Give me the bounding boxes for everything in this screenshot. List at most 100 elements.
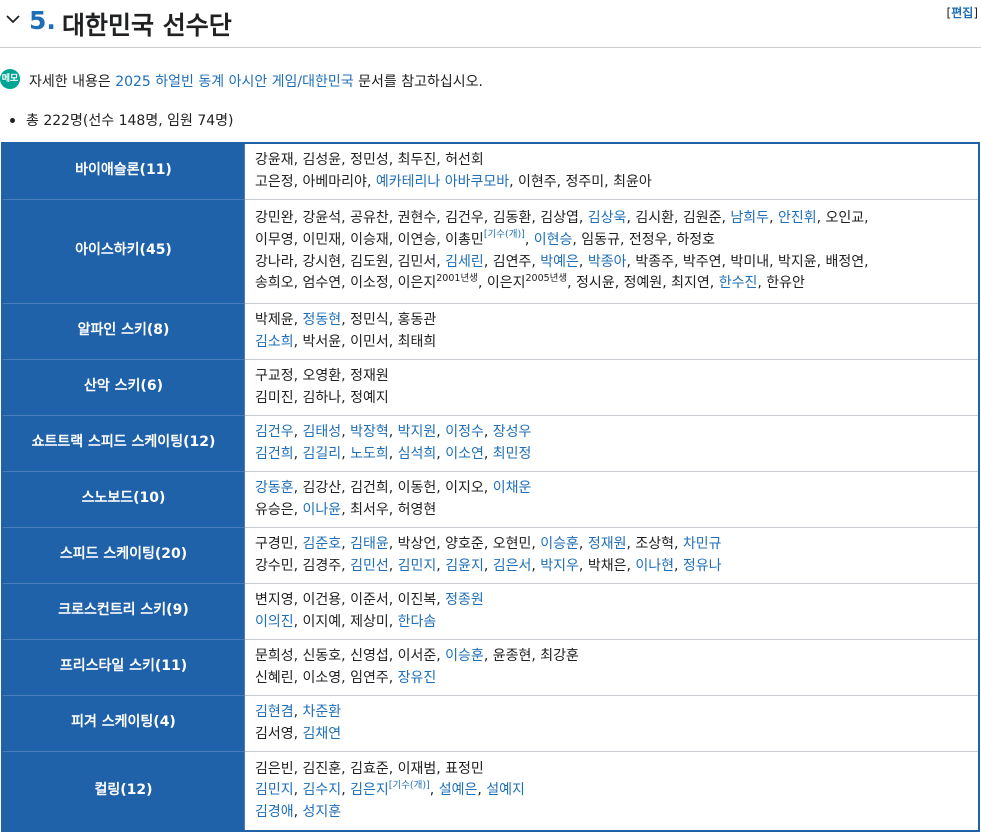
athlete-link[interactable]: 최민정: [493, 446, 532, 462]
athlete-link[interactable]: 이나현: [635, 558, 674, 574]
athlete-link[interactable]: 이채운: [493, 480, 532, 496]
notice-prefix: 자세한 내용은: [29, 74, 116, 90]
athlete-text: 이무영, 이민재, 이승재, 이연승, 이총민: [255, 231, 484, 248]
athlete-link[interactable]: 한다솜: [398, 614, 437, 630]
athlete-link[interactable]: 장유진: [398, 670, 437, 686]
athlete-link[interactable]: 강동훈: [255, 480, 294, 496]
category-cell: 쇼트트랙 스피드 스케이팅(12): [1, 414, 245, 472]
athlete-link[interactable]: 한수진: [719, 275, 758, 291]
athlete-text: 김은빈, 김진훈, 김효준, 이재범, 표정민: [255, 760, 484, 777]
athlete-link[interactable]: 예카테리나 아바쿠모바: [376, 174, 509, 190]
edit-label[interactable]: 편집: [951, 6, 973, 20]
summary-text: 총 222명(선수 148명, 임원 74명): [26, 113, 234, 129]
athlete-link[interactable]: 김길리: [303, 446, 342, 462]
athlete-link[interactable]: 정재원: [588, 536, 627, 552]
athlete-link[interactable]: 김세린: [445, 254, 484, 270]
athlete-text: 신혜린, 이소영, 임연주,: [255, 669, 398, 686]
athlete-text: ,: [531, 557, 541, 574]
athlete-line: 강수민, 김경주, 김민선, 김민지, 김윤지, 김은서, 박지우, 박채은, …: [255, 556, 968, 578]
athlete-link[interactable]: 김은지: [350, 782, 389, 798]
athletes-cell: 강동훈, 김강산, 김건희, 이동헌, 이지오, 이채운 유승은, 이나윤, 최서…: [244, 470, 980, 528]
athlete-link[interactable]: 박장혁: [350, 424, 389, 440]
athlete-link[interactable]: 정종원: [445, 592, 484, 608]
table-row: 쇼트트랙 스피드 스케이팅(12) 김건우, 김태성, 박장혁, 박지원, 이정수…: [1, 414, 980, 472]
athlete-link[interactable]: 김건우: [255, 424, 294, 440]
athlete-link[interactable]: 이나윤: [303, 502, 342, 518]
category-cell: 프리스타일 스키(11): [1, 638, 245, 696]
athlete-link[interactable]: 성지훈: [303, 804, 342, 820]
athlete-link[interactable]: 김소희: [255, 334, 294, 350]
athlete-link[interactable]: 심석희: [398, 446, 437, 462]
section-number: 5.: [29, 6, 56, 35]
athlete-line: 김서영, 김채연: [255, 724, 968, 746]
athlete-link[interactable]: 김민지: [398, 558, 437, 574]
athlete-link[interactable]: 김채연: [303, 726, 342, 742]
athlete-link[interactable]: 차준환: [303, 704, 342, 720]
athlete-text: , 박채은,: [578, 557, 636, 574]
athlete-text: 강민완, 강윤석, 공유찬, 권현수, 김건우, 김동환, 김상엽,: [255, 210, 588, 227]
athlete-link[interactable]: 김윤지: [445, 558, 484, 574]
athlete-link[interactable]: 설예은: [439, 782, 478, 798]
notice-link[interactable]: 2025 하얼빈 동계 아시안 게임/대한민국: [115, 74, 353, 90]
athlete-link[interactable]: 이정수: [445, 424, 484, 440]
roster-table: 바이애슬론(11) 강윤재, 김성윤, 정민성, 최두진, 허선회 고은정, 아베마…: [1, 142, 980, 832]
athlete-line: 김현겸, 차준환: [255, 702, 968, 724]
athlete-link[interactable]: 안진휘: [778, 210, 817, 226]
athlete-text: ,: [436, 557, 446, 574]
athlete-link[interactable]: 이승훈: [540, 536, 579, 552]
athlete-text: ,: [674, 557, 683, 574]
category-cell: 스노보드(10): [1, 470, 245, 528]
athlete-link[interactable]: 김현겸: [255, 704, 294, 720]
athlete-line: 김건우, 김태성, 박장혁, 박지원, 이정수, 장성우: [255, 422, 968, 444]
chevron-down-icon[interactable]: [6, 12, 20, 26]
athlete-text: , 김시환, 김원준,: [626, 210, 731, 227]
footnote-link[interactable]: [기수(개)]: [484, 229, 525, 240]
athlete-text: 송희오, 엄수연, 이소정, 이은지: [255, 275, 437, 292]
athlete-link[interactable]: 남희두: [730, 210, 769, 226]
athlete-text: 변지영, 이건용, 이준서, 이진복,: [255, 591, 446, 608]
athlete-link[interactable]: 김건희: [255, 446, 294, 462]
birth-year-note: 2005년생: [525, 272, 568, 284]
athlete-link[interactable]: 김태윤: [350, 536, 389, 552]
athlete-link[interactable]: 김민선: [350, 558, 389, 574]
athlete-line: 송희오, 엄수연, 이소정, 이은지2001년생, 이은지2005년생, 정시윤…: [255, 273, 968, 295]
athlete-line: 유승은, 이나윤, 최서우, 허영현: [255, 500, 968, 522]
athlete-text: , 최서우, 허영현: [341, 501, 437, 518]
category-cell: 산악 스키(6): [1, 358, 245, 416]
athlete-link[interactable]: 김민지: [255, 782, 294, 798]
athlete-link[interactable]: 김상욱: [588, 210, 627, 226]
athlete-link[interactable]: 이의진: [255, 614, 294, 630]
athlete-link[interactable]: 이소연: [445, 446, 484, 462]
athlete-link[interactable]: 이승훈: [445, 648, 484, 664]
athlete-text: ,: [293, 782, 303, 799]
athlete-link[interactable]: 김태성: [303, 424, 342, 440]
athlete-text: ,: [388, 423, 398, 440]
athlete-link[interactable]: 김경애: [255, 804, 294, 820]
athlete-link[interactable]: 차민규: [683, 536, 722, 552]
athlete-text: ,: [388, 445, 398, 462]
athlete-link[interactable]: 정유나: [683, 558, 722, 574]
athlete-link[interactable]: 김준호: [303, 536, 342, 552]
athlete-text: ,: [578, 535, 588, 552]
athlete-link[interactable]: 박종아: [588, 254, 627, 270]
athlete-line: 김은빈, 김진훈, 김효준, 이재범, 표정민: [255, 759, 968, 781]
athlete-link[interactable]: 김은서: [493, 558, 532, 574]
category-cell: 피겨 스케이팅(4): [1, 694, 245, 752]
athlete-text: ,: [429, 782, 439, 799]
athlete-link[interactable]: 설예지: [486, 782, 525, 798]
athlete-link[interactable]: 박지원: [398, 424, 437, 440]
footnote-link[interactable]: [기수(개)]: [389, 780, 430, 791]
athlete-link[interactable]: 장성우: [493, 424, 532, 440]
athlete-link[interactable]: 박예은: [540, 254, 579, 270]
athlete-text: , 박상언, 양호준, 오현민,: [388, 535, 541, 552]
athlete-link[interactable]: 김수지: [303, 782, 342, 798]
edit-link[interactable]: [편집]: [947, 4, 978, 21]
athlete-text: 고은정, 아베마리야,: [255, 173, 376, 190]
category-cell: 크로스컨트리 스키(9): [1, 582, 245, 640]
athlete-text: 강나라, 강시현, 김도원, 김민서,: [255, 253, 446, 270]
athlete-line: 김민지, 김수지, 김은지[기수(개)], 설예은, 설예지: [255, 780, 968, 802]
athlete-link[interactable]: 박지우: [540, 558, 579, 574]
athlete-link[interactable]: 노도희: [350, 446, 389, 462]
athlete-link[interactable]: 정동현: [303, 312, 342, 328]
athlete-link[interactable]: 이현승: [534, 232, 573, 248]
